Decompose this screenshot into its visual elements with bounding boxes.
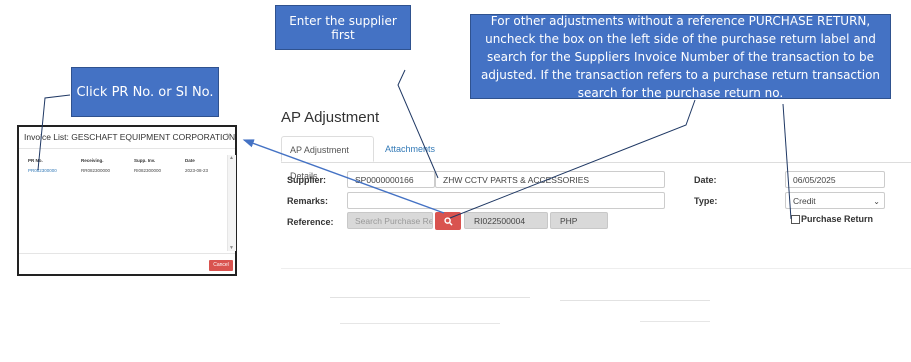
callout-click-pr-text: Click PR No. or SI No. (76, 84, 214, 100)
reference-search-button[interactable] (435, 212, 461, 230)
divider (281, 268, 911, 269)
date-label: Date: (694, 175, 717, 185)
divider (330, 297, 530, 298)
date-cell: 2023-08-23 (185, 168, 209, 173)
callout-enter-supplier: Enter the supplier first (275, 5, 411, 50)
supplier-code-field[interactable]: SP0000000166 (347, 171, 435, 188)
pr-number-link[interactable]: PR082300000 (28, 168, 57, 173)
divider (560, 300, 710, 301)
callout-other-adjustments-text: For other adjustments without a referenc… (480, 13, 881, 100)
divider (19, 253, 235, 254)
scrollbar[interactable]: ▲ ▼ (227, 155, 236, 251)
supplier-label: Supplier: (287, 175, 327, 185)
tab-attachments[interactable]: Attachments (377, 136, 443, 162)
reference-label: Reference: (287, 217, 334, 227)
type-select[interactable]: Credit ⌄ (785, 192, 885, 209)
purchase-return-label: Purchase Return (801, 214, 874, 224)
chevron-down-icon: ▼ (229, 245, 234, 251)
close-icon[interactable]: × (226, 130, 231, 140)
supplier-invoice-cell[interactable]: RI082300000 (134, 168, 161, 173)
reference-search-input[interactable]: Search Purchase Retu (347, 212, 433, 229)
callout-enter-supplier-text: Enter the supplier first (289, 13, 397, 42)
currency-field: PHP (550, 212, 608, 229)
reference-number-field: RI022500004 (464, 212, 548, 229)
page-title: AP Adjustment (281, 109, 380, 126)
remarks-field[interactable] (347, 192, 665, 209)
chevron-down-icon: ⌄ (873, 197, 880, 206)
type-select-value: Credit (793, 196, 816, 206)
divider (19, 148, 235, 149)
type-label: Type: (694, 196, 718, 206)
purchase-return-checkbox[interactable] (791, 215, 800, 224)
chevron-up-icon: ▲ (229, 155, 234, 161)
receiving-cell: RR082300000 (81, 168, 111, 173)
cancel-button[interactable]: Cancel (209, 260, 233, 271)
remarks-label: Remarks: (287, 196, 329, 206)
callout-other-adjustments: For other adjustments without a referenc… (470, 13, 891, 100)
column-header-supp-inv: Supp. Inv. (134, 158, 156, 163)
divider (340, 323, 500, 324)
column-header-pr-no: PR No. (28, 158, 43, 163)
column-header-receiving: Receiving. (81, 158, 104, 163)
date-field[interactable]: 06/05/2025 (785, 171, 885, 188)
tab-bar: AP Adjustment Details Attachments (281, 136, 911, 181)
search-icon (443, 216, 453, 226)
tab-ap-adjustment-details[interactable]: AP Adjustment Details (281, 136, 374, 181)
column-header-date: Date (185, 158, 195, 163)
modal-title: Invoice List: GESCHAFT EQUIPMENT CORPORA… (24, 132, 236, 142)
divider (640, 321, 710, 322)
supplier-name-field[interactable]: ZHW CCTV PARTS & ACCESSORIES (435, 171, 665, 188)
invoice-list-modal: Invoice List: GESCHAFT EQUIPMENT CORPORA… (17, 125, 237, 276)
callout-click-pr: Click PR No. or SI No. (71, 67, 219, 117)
